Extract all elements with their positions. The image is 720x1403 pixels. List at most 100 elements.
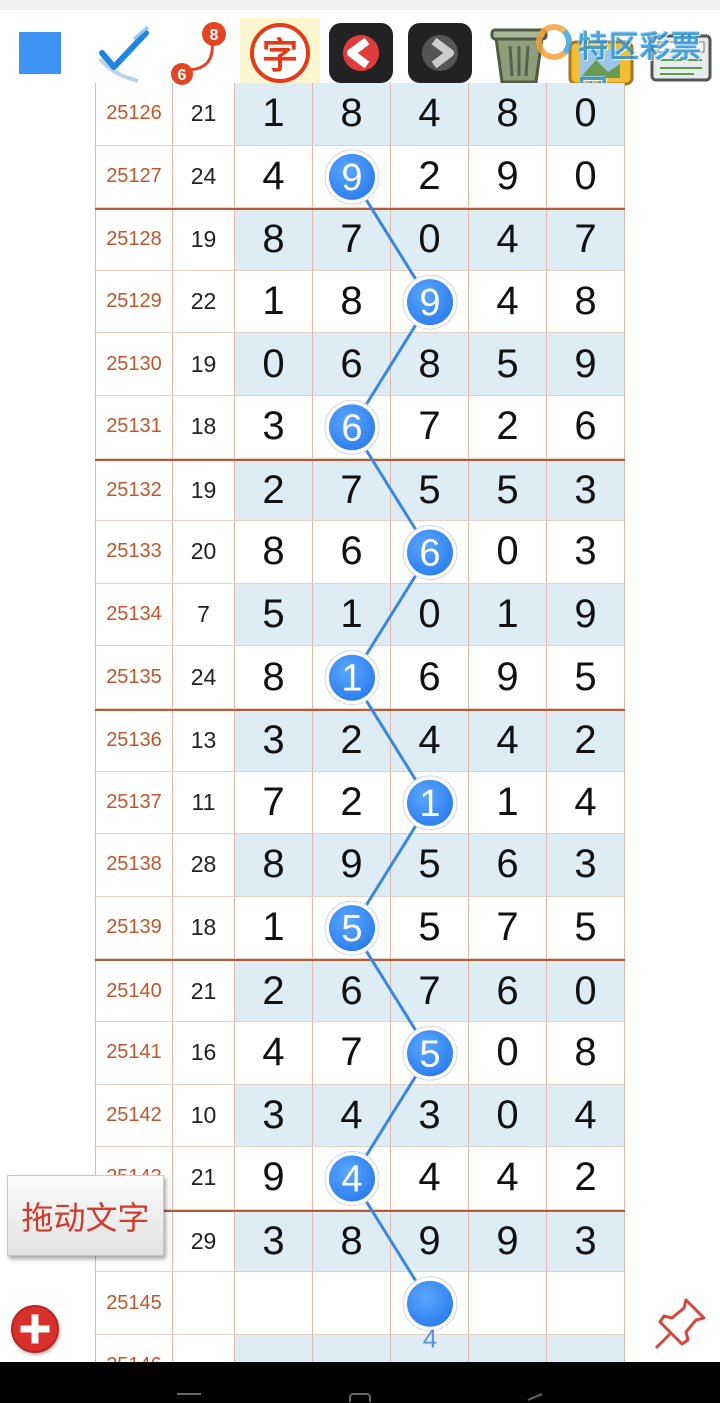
add-button[interactable] [11, 1305, 59, 1353]
digit-cell[interactable]: 3 [547, 1211, 625, 1273]
digit-cell[interactable]: 0 [235, 333, 313, 396]
digit-cell[interactable]: 1 [235, 896, 313, 960]
digit-cell[interactable]: 1 [469, 771, 547, 835]
digit-cell[interactable]: 3 [547, 521, 625, 584]
recent-apps-icon[interactable] [176, 1392, 202, 1402]
digit-cell[interactable]: 1 [235, 270, 313, 334]
digit-cell[interactable]: 7 [313, 460, 391, 522]
digit-cell[interactable]: 5 [391, 460, 469, 522]
digit-cell[interactable] [313, 1335, 391, 1363]
digit-cell[interactable]: 8 [391, 333, 469, 396]
digit-cell[interactable]: 8 [313, 270, 391, 334]
digit-cell[interactable]: 6 [469, 961, 547, 1022]
digit-cell[interactable]: 1 [313, 583, 391, 647]
digit-cell[interactable]: 3 [391, 1084, 469, 1148]
digit-cell[interactable] [391, 1272, 469, 1335]
digit-cell[interactable]: 7 [313, 1022, 391, 1085]
digit-cell[interactable]: 4 [547, 771, 625, 835]
digit-cell[interactable]: 5 [391, 834, 469, 897]
digit-cell[interactable]: 6 [313, 961, 391, 1022]
digit-cell[interactable]: 0 [469, 521, 547, 584]
digit-cell[interactable]: 4 [469, 711, 547, 772]
digit-cell[interactable]: 3 [235, 711, 313, 772]
digit-cell[interactable]: 5 [547, 646, 625, 709]
digit-cell[interactable]: 6 [391, 521, 469, 584]
digit-cell[interactable]: 6 [391, 646, 469, 709]
digit-cell[interactable]: 9 [547, 583, 625, 647]
digit-cell[interactable]: 8 [313, 1211, 391, 1273]
digit-cell[interactable]: 2 [313, 771, 391, 835]
digit-cell[interactable]: 0 [469, 1022, 547, 1085]
digit-cell[interactable]: 4 [313, 1147, 391, 1210]
number-line-tool[interactable]: 8 6 [168, 18, 232, 88]
digit-cell[interactable]: 4 [469, 210, 547, 271]
digit-cell[interactable] [235, 1335, 313, 1363]
digit-cell[interactable]: 4 [235, 1022, 313, 1085]
digit-cell[interactable]: 5 [391, 1022, 469, 1085]
digit-cell[interactable]: 4 [313, 1084, 391, 1148]
digit-cell[interactable]: 9 [313, 145, 391, 209]
undo-button[interactable] [326, 18, 396, 88]
digit-cell[interactable]: 8 [235, 834, 313, 897]
digit-cell[interactable]: 4 [391, 711, 469, 772]
digit-cell[interactable]: 6 [313, 333, 391, 396]
digit-cell[interactable]: 6 [313, 521, 391, 584]
digit-cell[interactable]: 2 [235, 961, 313, 1022]
digit-cell[interactable]: 5 [235, 583, 313, 647]
digit-cell[interactable] [469, 1272, 547, 1335]
digit-cell[interactable]: 9 [469, 646, 547, 709]
digit-cell[interactable]: 2 [547, 711, 625, 772]
digit-cell[interactable]: 0 [547, 961, 625, 1022]
drag-text-button[interactable]: 拖动文字 [7, 1175, 164, 1256]
digit-cell[interactable]: 9 [391, 1211, 469, 1273]
digit-cell[interactable]: 8 [547, 270, 625, 334]
digit-cell[interactable]: 1 [235, 83, 313, 146]
digit-cell[interactable]: 2 [235, 460, 313, 522]
digit-cell[interactable]: 7 [235, 771, 313, 835]
digit-cell[interactable]: 9 [469, 1211, 547, 1273]
digit-cell[interactable]: 2 [469, 396, 547, 459]
digit-cell[interactable]: 3 [235, 1084, 313, 1148]
pen-tool[interactable] [92, 18, 158, 88]
digit-cell[interactable]: 8 [547, 1022, 625, 1085]
digit-cell[interactable]: 7 [469, 896, 547, 960]
digit-cell[interactable]: 8 [313, 83, 391, 146]
digit-cell[interactable]: 9 [469, 145, 547, 209]
lottery-trend-table[interactable]: 25126 21 1 8 4 8 0 25127 24 4 9 2 9 0 25128 19 8 7 0 4 7 2512… [95, 79, 625, 1363]
square-shape-tool[interactable] [18, 18, 62, 88]
back-icon[interactable] [524, 1392, 544, 1402]
digit-cell[interactable]: 0 [547, 83, 625, 146]
digit-cell[interactable]: 5 [547, 896, 625, 960]
digit-cell[interactable] [547, 1272, 625, 1335]
digit-cell[interactable]: 4 [469, 270, 547, 334]
pin-button[interactable] [650, 1294, 710, 1354]
digit-cell[interactable]: 2 [391, 145, 469, 209]
digit-cell[interactable]: 0 [547, 145, 625, 209]
digit-cell[interactable]: 5 [469, 460, 547, 522]
digit-cell[interactable] [469, 1335, 547, 1363]
digit-cell[interactable] [235, 1272, 313, 1335]
digit-cell[interactable] [547, 1335, 625, 1363]
digit-cell[interactable]: 5 [313, 896, 391, 960]
digit-cell[interactable]: 1 [391, 771, 469, 835]
digit-cell[interactable]: 4 [547, 1084, 625, 1148]
digit-cell[interactable]: 4 [391, 1147, 469, 1210]
redo-button[interactable] [404, 18, 476, 88]
digit-cell[interactable]: 4 [469, 1147, 547, 1210]
digit-cell[interactable]: 7 [313, 210, 391, 271]
digit-cell[interactable] [313, 1272, 391, 1335]
digit-cell[interactable]: 3 [235, 396, 313, 459]
digit-cell[interactable]: 9 [313, 834, 391, 897]
digit-cell[interactable]: 0 [391, 583, 469, 647]
digit-cell[interactable]: 6 [469, 834, 547, 897]
digit-cell[interactable]: 5 [391, 896, 469, 960]
digit-cell[interactable]: 2 [313, 711, 391, 772]
digit-cell[interactable]: 5 [469, 333, 547, 396]
digit-cell[interactable]: 7 [391, 396, 469, 459]
digit-cell[interactable]: 9 [235, 1147, 313, 1210]
digit-cell[interactable]: 6 [313, 396, 391, 459]
digit-cell[interactable]: 3 [235, 1211, 313, 1273]
home-icon[interactable] [348, 1392, 372, 1402]
digit-cell[interactable]: 8 [235, 521, 313, 584]
digit-cell[interactable]: 3 [547, 834, 625, 897]
